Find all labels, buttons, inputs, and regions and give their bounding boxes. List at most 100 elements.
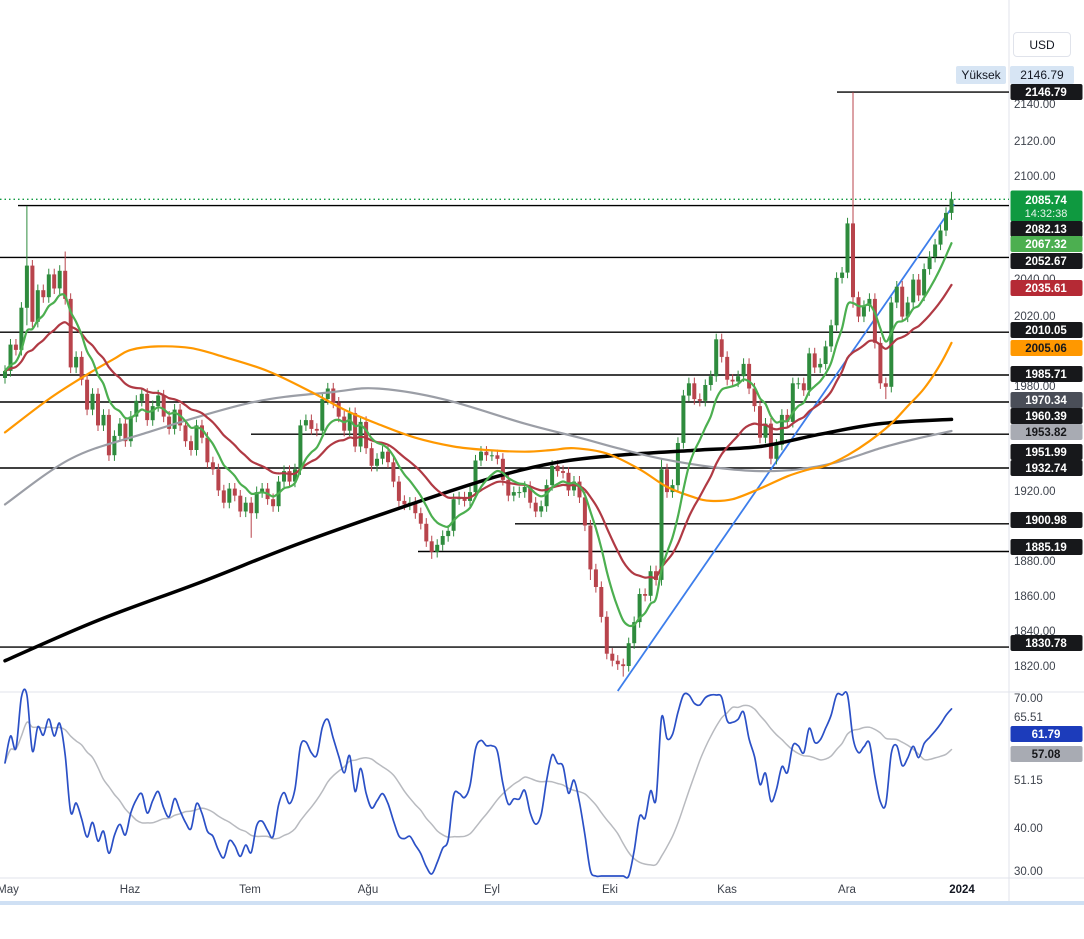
candle-body — [643, 594, 648, 596]
price-axis-badge-value: 61.79 — [1032, 729, 1061, 741]
candle-body — [539, 506, 544, 512]
candle-body — [440, 536, 445, 545]
candle-body — [615, 660, 620, 665]
candle-body — [24, 265, 29, 308]
candle-body — [402, 500, 407, 505]
candle-body — [949, 199, 954, 213]
candle-body — [747, 363, 752, 389]
time-axis[interactable] — [0, 878, 1009, 905]
candle-body — [117, 423, 122, 436]
candle-body — [883, 383, 888, 387]
price-axis-tick: 40.00 — [1014, 823, 1043, 835]
candle-body — [593, 569, 598, 587]
price-axis-tick: 2140.00 — [1014, 99, 1056, 111]
candle-body — [610, 653, 615, 661]
price-axis-tick: 65.51 — [1014, 712, 1043, 724]
candle-body — [714, 339, 719, 377]
candle-body — [900, 286, 905, 317]
price-axis-badge-value: 1970.34 — [1025, 395, 1067, 407]
candle-body — [675, 443, 680, 486]
candle-body — [736, 376, 741, 382]
candle-body — [697, 399, 702, 401]
price-axis-badge-value: 2067.32 — [1025, 239, 1067, 251]
candle-body — [101, 414, 106, 426]
candle-body — [90, 393, 95, 410]
candle-body — [424, 523, 429, 542]
price-axis-badge-value: 1830.78 — [1025, 638, 1067, 650]
candle-body — [774, 444, 779, 459]
price-axis-badge-value: 57.08 — [1032, 749, 1061, 761]
candle-body — [418, 513, 423, 524]
candle-body — [555, 465, 560, 472]
candle-body — [46, 274, 51, 298]
candle-body — [626, 643, 631, 666]
candle-body — [232, 488, 237, 496]
candle-body — [834, 277, 839, 326]
chart-canvas[interactable]: MayHazTemAğuEylEkiKasAra20242140.002120.… — [0, 0, 1084, 939]
candle-body — [221, 490, 226, 503]
candle-body — [139, 393, 144, 401]
candle-body — [725, 356, 730, 380]
candle-body — [364, 421, 369, 449]
candle-body — [435, 544, 440, 552]
candle-body — [484, 451, 489, 456]
candle-body — [30, 265, 35, 322]
candle-body — [878, 342, 883, 384]
candle-body — [845, 223, 850, 273]
price-axis-tick: 51.15 — [1014, 775, 1043, 787]
candle-body — [429, 541, 434, 552]
trading-chart-window: MayHazTemAğuEylEkiKasAra20242140.002120.… — [0, 0, 1084, 939]
price-axis-tick: 2020.00 — [1014, 311, 1056, 323]
candle-body — [719, 339, 724, 357]
chart-background — [0, 0, 1084, 939]
candle-body — [205, 437, 210, 463]
candle-body — [216, 469, 221, 491]
candle-body — [112, 435, 117, 456]
candle-body — [779, 414, 784, 445]
price-axis-tick: 2120.00 — [1014, 136, 1056, 148]
candle-body — [686, 383, 691, 396]
candle-body — [243, 502, 248, 512]
candle-body — [894, 286, 899, 303]
candle-body — [380, 451, 385, 459]
candle-body — [353, 413, 358, 447]
candle-body — [703, 385, 708, 401]
candle-body — [517, 492, 522, 494]
candle-body — [194, 425, 199, 450]
candle-body — [446, 530, 451, 537]
candle-body — [566, 472, 571, 491]
price-axis-badge-value: 1900.98 — [1025, 515, 1067, 527]
price-axis-badge-value: 1932.74 — [1025, 463, 1067, 475]
candle-body — [210, 462, 215, 470]
high-tooltip-value: 2146.79 — [1010, 66, 1074, 84]
price-axis-badge-value: 2035.61 — [1025, 283, 1067, 295]
price-axis-tick: 1860.00 — [1014, 591, 1056, 603]
candle-body — [818, 363, 823, 368]
candle-body — [386, 451, 390, 463]
price-axis-tick: 1920.00 — [1014, 486, 1056, 498]
candle-body — [57, 270, 62, 289]
price-axis-tick: 70.00 — [1014, 693, 1043, 705]
candle-body — [375, 458, 379, 466]
candle-body — [681, 395, 686, 443]
candle-body — [96, 393, 100, 426]
currency-toggle-button[interactable]: USD — [1013, 32, 1071, 57]
candle-body — [106, 414, 111, 456]
candle-body — [451, 499, 456, 531]
candle-body — [561, 471, 565, 473]
candle-body — [342, 416, 347, 431]
price-axis-badge-value: 2010.05 — [1025, 325, 1067, 337]
candle-body — [227, 488, 232, 503]
price-axis-badge-value: 2082.13 — [1025, 224, 1067, 236]
candle-body — [851, 223, 855, 298]
candle-body — [741, 363, 746, 377]
candle-body — [599, 587, 604, 617]
candle-body — [13, 344, 18, 350]
candle-body — [369, 448, 374, 466]
candle-body — [41, 290, 46, 298]
price-axis-badge-value: 2005.06 — [1025, 343, 1067, 355]
candle-body — [298, 425, 303, 470]
candle-body — [309, 420, 314, 429]
candle-body — [314, 428, 319, 431]
high-tooltip-label: Yüksek — [956, 66, 1006, 84]
